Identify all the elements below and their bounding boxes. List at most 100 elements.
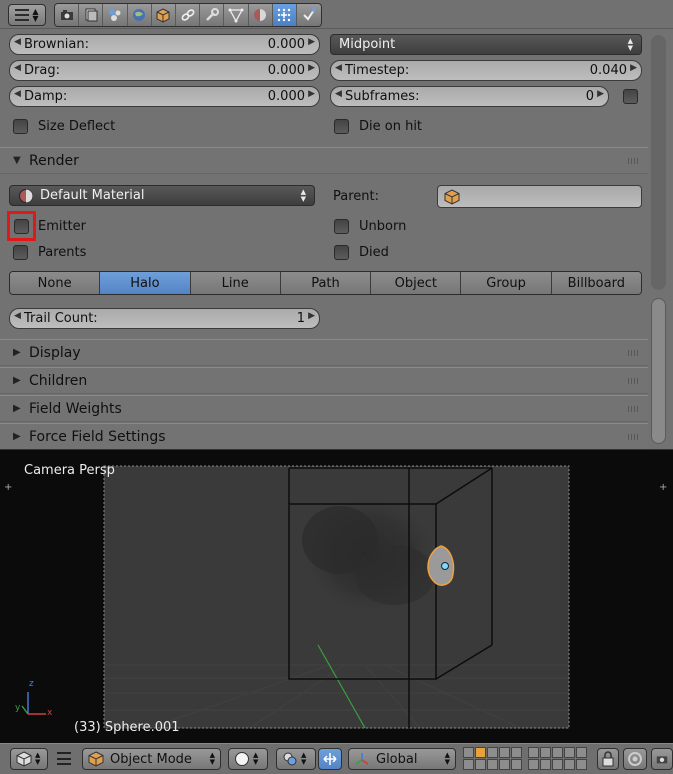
increment-arrow-icon[interactable]: ▶ — [308, 63, 315, 73]
size-deflect-label: Size Deflect — [38, 119, 116, 134]
scrollbar-thumb[interactable] — [651, 298, 666, 444]
updown-arrow-icon: ▲ ▼ — [300, 187, 306, 203]
die-on-hit-checkbox[interactable] — [334, 119, 349, 134]
lock-camera-button[interactable] — [597, 748, 619, 770]
decrement-arrow-icon[interactable]: ◀ — [14, 37, 21, 47]
drag-grip-icon[interactable] — [628, 350, 640, 356]
drag-grip-icon[interactable] — [628, 434, 640, 440]
subframes-field[interactable]: ◀ Subframes: 0 ▶ — [330, 86, 609, 107]
drag-grip-icon[interactable] — [628, 406, 640, 412]
increment-arrow-icon[interactable]: ▶ — [597, 89, 604, 99]
drag-grip-icon[interactable] — [628, 158, 640, 164]
expanded-triangle-icon: ▼ — [13, 155, 21, 166]
physics-icon[interactable] — [296, 4, 322, 26]
subframes-adaptive-checkbox[interactable] — [623, 89, 638, 104]
modifiers-icon[interactable] — [200, 4, 225, 26]
trail-count-field[interactable]: ◀ Trail Count: 1 ▶ — [9, 308, 320, 329]
timestep-field[interactable]: ◀ Timestep: 0.040 ▶ — [330, 60, 642, 81]
render-type-halo[interactable]: Halo — [100, 272, 191, 294]
lock-icon — [602, 751, 614, 767]
menu-toggle-icon[interactable] — [57, 752, 71, 765]
render-icon[interactable] — [55, 4, 80, 26]
layer-buttons-group-1[interactable] — [463, 747, 522, 771]
display-panel-header[interactable]: ▶ Display — [0, 339, 648, 366]
increment-arrow-icon[interactable]: ▶ — [308, 37, 315, 47]
material-select[interactable]: Default Material ▲ ▼ — [9, 185, 315, 206]
render-panel-title: Render — [29, 152, 79, 169]
axis-z-label: z — [29, 679, 34, 689]
particles-icon[interactable] — [272, 4, 297, 26]
parents-checkbox[interactable] — [13, 245, 28, 260]
render-type-path[interactable]: Path — [280, 272, 372, 294]
render-preview-button[interactable] — [651, 748, 673, 770]
collapsed-triangle-icon: ▶ — [13, 347, 21, 358]
drag-field[interactable]: ◀ Drag: 0.000 ▶ — [9, 60, 320, 81]
decrement-arrow-icon[interactable]: ◀ — [335, 89, 342, 99]
field-weights-panel-header[interactable]: ▶ Field Weights — [0, 395, 648, 422]
scrollbar-track[interactable] — [651, 35, 666, 290]
decrement-arrow-icon[interactable]: ◀ — [14, 89, 21, 99]
damp-field[interactable]: ◀ Damp: 0.000 ▶ — [9, 86, 320, 107]
context-tabs — [54, 3, 323, 27]
die-on-hit-label: Die on hit — [359, 119, 423, 134]
brownian-field[interactable]: ◀ Brownian: 0.000 ▶ — [9, 34, 320, 55]
snap-toggle[interactable] — [623, 748, 647, 770]
pivot-point-icon — [283, 752, 297, 766]
constraints-icon[interactable] — [175, 4, 201, 26]
updown-arrow-icon: ▲ ▼ — [253, 751, 259, 766]
transform-orientation-select[interactable]: Global ▲ ▼ — [348, 748, 456, 770]
render-type-selector: None Halo Line Path Object Group Billboa… — [9, 271, 642, 295]
render-panel-header[interactable]: ▼ Render — [0, 147, 648, 174]
decrement-arrow-icon[interactable]: ◀ — [335, 63, 342, 73]
updown-arrow-icon: ▲ ▼ — [301, 751, 307, 766]
increment-arrow-icon[interactable]: ▶ — [630, 63, 637, 73]
parents-label: Parents — [38, 245, 87, 260]
manipulator-toggle[interactable] — [318, 748, 342, 770]
render-type-group[interactable]: Group — [461, 272, 552, 294]
size-deflect-checkbox[interactable] — [13, 119, 28, 134]
unborn-checkbox[interactable] — [334, 219, 349, 234]
decrement-arrow-icon[interactable]: ◀ — [14, 63, 21, 73]
viewport-scene: + + — [4, 465, 667, 729]
updown-arrow-icon: ▲ ▼ — [444, 751, 450, 766]
updown-arrow-icon: ▲ ▼ — [627, 36, 633, 52]
mode-select[interactable]: Object Mode ▲ ▼ — [82, 748, 221, 770]
snap-icon — [628, 752, 642, 766]
render-layers-icon[interactable] — [79, 4, 104, 26]
3d-view-header: ▲ ▼ Object Mode ▲ ▼ ▲ ▼ ▲ ▼ Global ▲ ▼ — [0, 743, 673, 774]
render-type-object[interactable]: Object — [371, 272, 462, 294]
pivot-point-select[interactable]: ▲ ▼ — [276, 748, 316, 770]
editor-type-menu[interactable]: ▲ ▼ — [10, 748, 48, 770]
object-mode-icon — [88, 751, 104, 767]
scene-icon[interactable] — [103, 4, 128, 26]
viewport-shading-select[interactable]: ▲ ▼ — [228, 748, 268, 770]
highlight-box — [7, 211, 36, 241]
svg-text:+: + — [659, 482, 667, 493]
material-icon[interactable] — [248, 4, 273, 26]
render-type-none[interactable]: None — [10, 272, 101, 294]
increment-arrow-icon[interactable]: ▶ — [308, 311, 315, 321]
layer-buttons-group-2[interactable] — [528, 747, 587, 771]
force-field-settings-panel-header[interactable]: ▶ Force Field Settings — [0, 423, 648, 449]
object-data-icon[interactable] — [224, 4, 249, 26]
updown-arrow-icon: ▲ ▼ — [35, 751, 41, 766]
object-icon — [444, 189, 460, 205]
parent-object-field[interactable] — [437, 185, 642, 208]
drag-grip-icon[interactable] — [628, 378, 640, 384]
children-panel-header[interactable]: ▶ Children — [0, 367, 648, 394]
object-icon[interactable] — [151, 4, 176, 26]
increment-arrow-icon[interactable]: ▶ — [308, 89, 315, 99]
material-icon — [19, 188, 33, 203]
manipulator-icon — [323, 753, 337, 765]
died-checkbox[interactable] — [334, 245, 349, 260]
died-label: Died — [359, 245, 389, 260]
3d-viewport[interactable]: + + Camera Persp z x y (33) Sphere.001 — [0, 449, 673, 743]
render-type-line[interactable]: Line — [190, 272, 281, 294]
decrement-arrow-icon[interactable]: ◀ — [14, 311, 21, 321]
world-icon[interactable] — [127, 4, 152, 26]
editor-type-menu-icon[interactable]: ▲ ▼ — [8, 4, 46, 26]
3d-view-icon — [16, 751, 32, 767]
emitter-label: Emitter — [38, 219, 87, 234]
render-type-billboard[interactable]: Billboard — [551, 272, 641, 294]
integrator-select[interactable]: Midpoint ▲ ▼ — [330, 34, 642, 55]
